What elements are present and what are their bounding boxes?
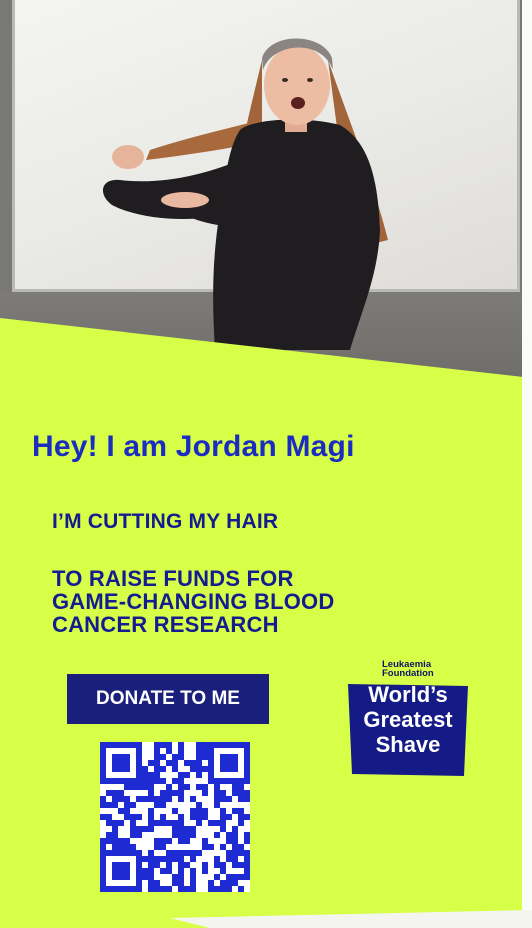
org-name: Leukaemia Foundation [382, 659, 434, 679]
purpose-line: GAME-CHANGING BLOOD [52, 589, 335, 614]
fundraising-purpose: TO RAISE FUNDS FOR GAME-CHANGING BLOOD C… [52, 567, 412, 636]
cutting-hair-text: I’M CUTTING MY HAIR [52, 510, 279, 533]
greeting-heading: Hey! I am Jordan Magi [32, 430, 355, 463]
campaign-name: World’s Greatest Shave [363, 682, 453, 757]
donate-button[interactable]: DONATE TO ME [67, 674, 269, 724]
purpose-line: CANCER RESEARCH [52, 612, 279, 637]
purpose-line: TO RAISE FUNDS FOR [52, 566, 294, 591]
world-greatest-shave-logo: Leukaemia Foundation World’s Greatest Sh… [346, 660, 470, 780]
poster: Hey! I am Jordan Magi I’M CUTTING MY HAI… [0, 0, 532, 928]
qr-code-icon[interactable] [100, 742, 250, 892]
edge-stripe [522, 0, 532, 928]
background-wedge [0, 318, 532, 928]
bottom-edge [170, 910, 532, 928]
